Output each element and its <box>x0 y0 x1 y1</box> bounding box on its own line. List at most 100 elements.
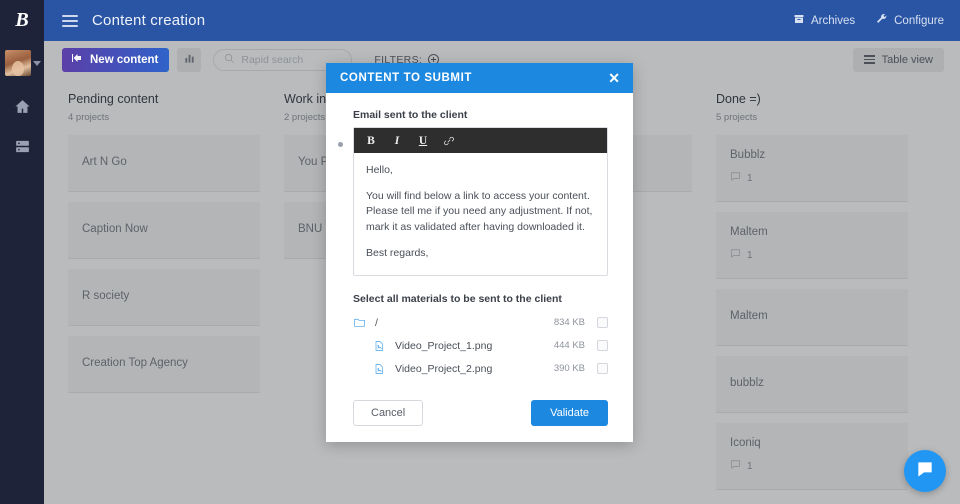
kanban-card[interactable]: Bubblz 1 <box>716 135 908 202</box>
file-checkbox[interactable] <box>597 363 608 374</box>
chat-launcher-button[interactable] <box>904 450 946 492</box>
kanban-column-done: Done =) 5 projects Bubblz 1 Maltem 1 Mal… <box>716 92 908 504</box>
table-view-button[interactable]: Table view <box>852 47 944 72</box>
cancel-button[interactable]: Cancel <box>353 400 424 426</box>
archive-icon <box>793 13 805 28</box>
app-root: B Content creation Archives Configure Ne… <box>0 0 960 504</box>
rich-text-editor[interactable]: B I U Hello, You will find below a link … <box>353 127 608 276</box>
close-icon[interactable]: ✕ <box>606 69 622 87</box>
kanban-card[interactable]: Iconiq 1 <box>716 423 908 490</box>
chevron-down-icon[interactable] <box>33 60 41 66</box>
statistics-button[interactable] <box>177 47 202 72</box>
modal-title: CONTENT TO SUBMIT <box>340 72 473 84</box>
chat-bubble-icon <box>915 459 935 484</box>
bar-chart-icon <box>184 52 195 67</box>
comment-icon <box>730 459 741 473</box>
projects-icon <box>14 138 31 160</box>
kanban-card[interactable]: Creation Top Agency <box>68 336 260 393</box>
new-content-label: New content <box>90 53 159 66</box>
email-field-label: Email sent to the client <box>353 109 468 121</box>
file-row[interactable]: Video_Project_1.png 444 KB <box>353 334 608 357</box>
new-content-icon <box>71 52 83 67</box>
bold-icon[interactable]: B <box>358 128 384 153</box>
comment-count-value: 1 <box>747 172 753 184</box>
image-file-icon <box>373 340 395 352</box>
card-comment-count: 1 <box>730 248 894 262</box>
folder-icon <box>353 316 375 329</box>
home-icon <box>14 98 31 120</box>
app-logo[interactable]: B <box>0 0 44 41</box>
column-count: 4 projects <box>68 112 110 123</box>
card-title: Maltem <box>730 226 768 238</box>
column-title: Pending content <box>68 92 159 106</box>
file-checkbox[interactable] <box>597 340 608 351</box>
archives-link[interactable]: Archives <box>793 13 855 28</box>
new-content-button[interactable]: New content <box>62 47 170 72</box>
card-title: Creation Top Agency <box>82 357 188 369</box>
card-title: Bubblz <box>730 149 766 161</box>
comment-count-value: 1 <box>747 249 753 261</box>
rail-nav <box>0 99 44 159</box>
required-field-marker <box>338 142 343 147</box>
kanban-card[interactable]: Maltem <box>716 289 908 346</box>
file-size: 444 KB <box>553 340 585 351</box>
file-row[interactable]: Video_Project_2.png 390 KB <box>353 357 608 380</box>
column-count: 5 projects <box>716 112 758 123</box>
card-comment-count: 1 <box>730 171 894 185</box>
italic-icon[interactable]: I <box>384 128 410 153</box>
search-icon <box>224 51 235 69</box>
modal-body: Email sent to the client B I U Hello, Yo… <box>326 93 633 386</box>
card-title: Maltem <box>730 310 768 322</box>
archives-label: Archives <box>811 14 856 27</box>
card-title: bubblz <box>730 377 764 389</box>
column-title: Done =) <box>716 92 761 106</box>
user-avatar-menu[interactable] <box>0 41 44 85</box>
card-title: Caption Now <box>82 223 148 235</box>
content-to-submit-modal: CONTENT TO SUBMIT ✕ Email sent to the cl… <box>326 63 633 442</box>
left-rail: B <box>0 0 44 504</box>
configure-link[interactable]: Configure <box>875 13 944 29</box>
file-size: 834 KB <box>553 317 585 328</box>
file-row-folder[interactable]: / 834 KB <box>353 311 608 334</box>
page-title: Content creation <box>92 12 206 29</box>
kanban-card[interactable]: Art N Go <box>68 135 260 192</box>
file-name: / <box>375 316 378 329</box>
email-line-3: Best regards, <box>366 246 429 259</box>
file-name: Video_Project_1.png <box>395 339 493 352</box>
wrench-icon <box>875 13 888 29</box>
kanban-card[interactable]: Maltem 1 <box>716 212 908 279</box>
card-title: Iconiq <box>730 437 761 449</box>
comment-icon <box>730 171 741 185</box>
card-title: R society <box>82 290 130 302</box>
comment-count-value: 1 <box>747 460 753 472</box>
image-file-icon <box>373 363 395 375</box>
configure-label: Configure <box>894 14 944 27</box>
top-header: Content creation Archives Configure <box>44 0 960 41</box>
materials-file-list: / 834 KB Video_Project_1.png 444 KB Vide… <box>353 311 608 380</box>
email-line-1: Hello, <box>366 164 393 176</box>
file-checkbox[interactable] <box>597 317 608 328</box>
kanban-card[interactable]: R society <box>68 269 260 326</box>
list-icon <box>863 55 875 64</box>
validate-button[interactable]: Validate <box>531 400 608 426</box>
email-body-input[interactable]: Hello, You will find below a link to acc… <box>354 153 607 275</box>
kanban-column-pending-content: Pending content 4 projects Art N Go Capt… <box>68 92 260 504</box>
underline-icon[interactable]: U <box>410 128 436 153</box>
avatar[interactable] <box>5 50 31 76</box>
file-size: 390 KB <box>553 363 585 374</box>
kanban-card[interactable]: Caption Now <box>68 202 260 259</box>
editor-toolbar: B I U <box>354 128 607 153</box>
sidebar-item-projects[interactable] <box>12 139 32 159</box>
email-line-2: You will find below a link to access you… <box>366 190 593 233</box>
kanban-card[interactable]: bubblz <box>716 356 908 413</box>
header-actions: Archives Configure <box>793 13 944 29</box>
link-icon[interactable] <box>436 128 462 153</box>
modal-header: CONTENT TO SUBMIT ✕ <box>326 63 633 93</box>
hamburger-menu-icon[interactable] <box>62 14 78 27</box>
table-view-label: Table view <box>881 53 933 66</box>
sidebar-item-home[interactable] <box>12 99 32 119</box>
card-title: Art N Go <box>82 156 127 168</box>
materials-label: Select all materials to be sent to the c… <box>353 293 562 305</box>
comment-icon <box>730 248 741 262</box>
file-name: Video_Project_2.png <box>395 362 493 375</box>
